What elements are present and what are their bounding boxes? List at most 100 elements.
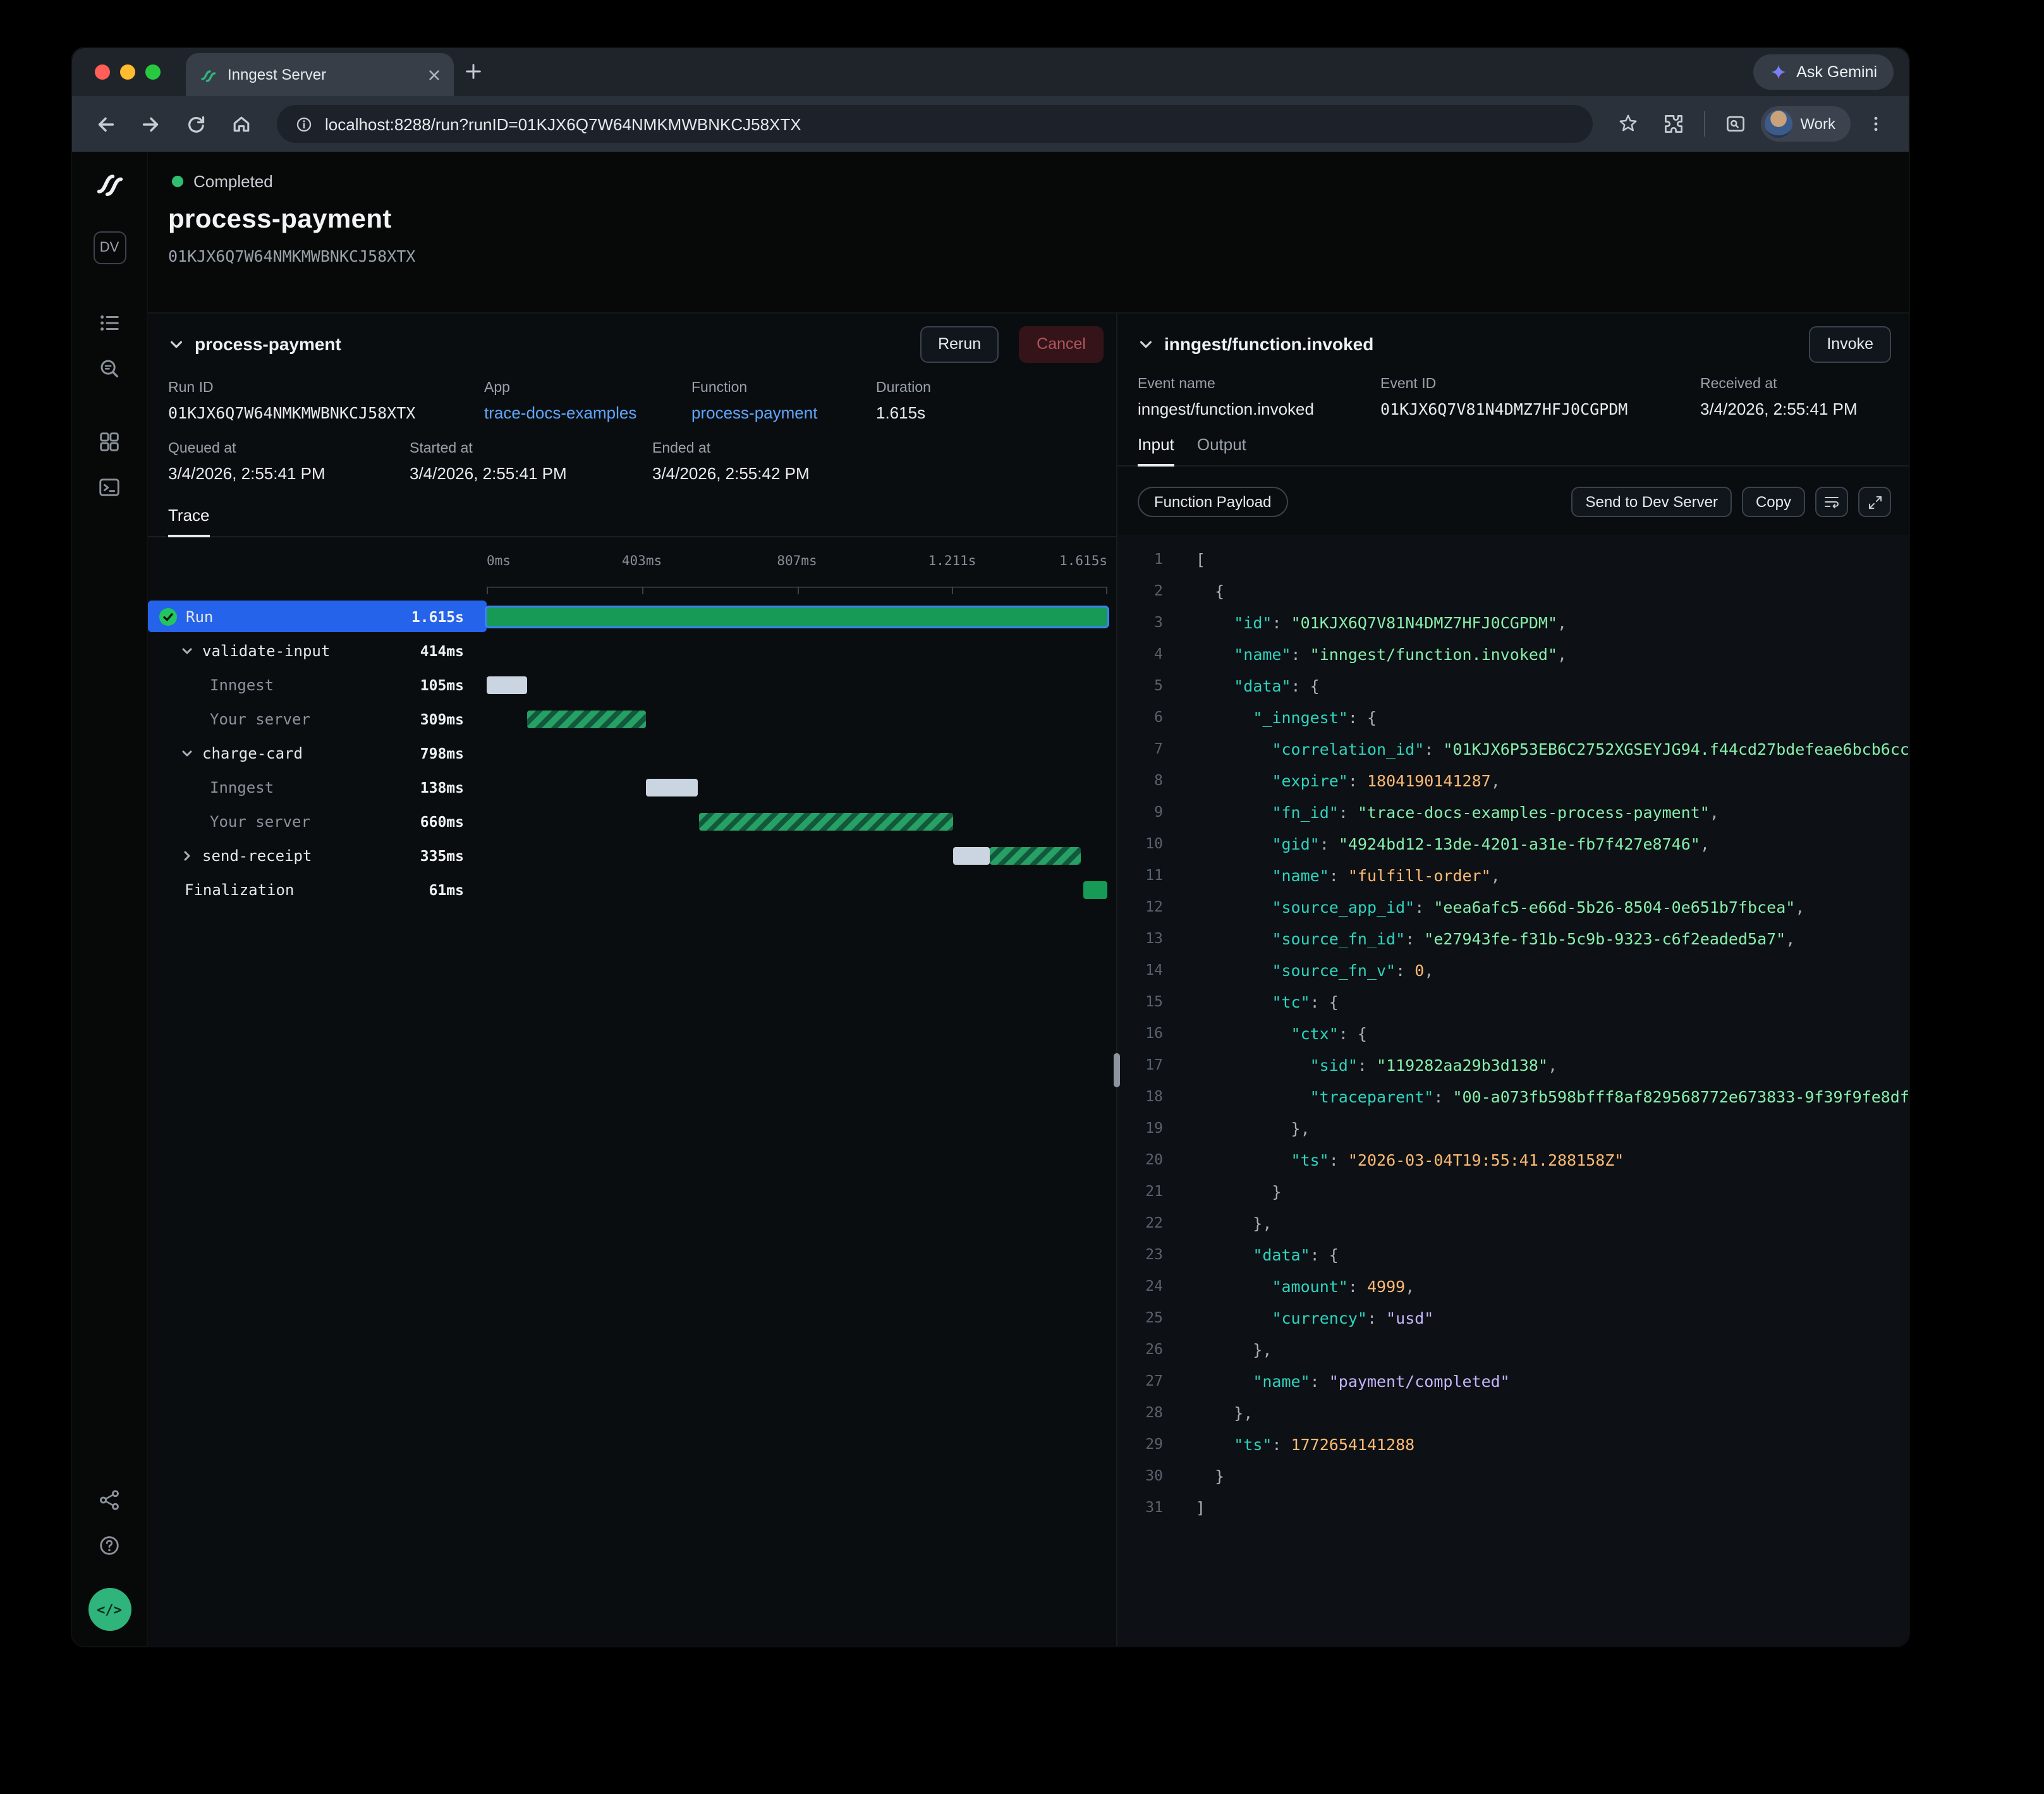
url-text: localhost:8288/run?runID=01KJX6Q7W64NMKM…: [325, 114, 801, 133]
code-line: 11 "name": "fulfill-order",: [1128, 860, 1909, 891]
tab-close-icon[interactable]: [427, 68, 441, 82]
code-line: 25 "currency": "usd": [1128, 1302, 1909, 1334]
expand-icon[interactable]: [1858, 487, 1891, 517]
code-line: 18 "traceparent": "00-a073fb598bfff8af82…: [1128, 1081, 1909, 1113]
chevron-down-icon[interactable]: [181, 644, 193, 657]
env-badge[interactable]: DV: [93, 231, 126, 264]
event-panel-tabs: Input Output: [1117, 435, 1909, 467]
trace-bar-segment: [527, 710, 646, 728]
home-button[interactable]: [221, 104, 262, 144]
tab-input[interactable]: Input: [1138, 435, 1174, 467]
event-search-icon[interactable]: [89, 348, 130, 388]
trace-row[interactable]: send-receipt335ms: [148, 838, 1116, 872]
new-tab-button[interactable]: [464, 61, 483, 80]
forward-button[interactable]: [130, 104, 171, 144]
inngest-favicon-icon: [198, 65, 217, 84]
rerun-button[interactable]: Rerun: [920, 326, 999, 362]
code-editor[interactable]: 1[2 {3 "id": "01KJX6Q7V81N4DMZ7HFJ0CGPDM…: [1117, 535, 1909, 1646]
word-wrap-icon[interactable]: [1815, 487, 1848, 517]
profile-name: Work: [1800, 115, 1835, 133]
trace-step-name: validate-input: [202, 642, 330, 659]
send-to-dev-server-button[interactable]: Send to Dev Server: [1572, 487, 1732, 517]
function-payload-pill[interactable]: Function Payload: [1138, 487, 1287, 517]
line-number: 15: [1128, 986, 1163, 1018]
code-line: 31]: [1128, 1492, 1909, 1523]
function-link[interactable]: process-payment: [691, 403, 876, 422]
ask-gemini-label: Ask Gemini: [1796, 63, 1877, 81]
help-icon[interactable]: [89, 1525, 130, 1565]
browser-toolbar: localhost:8288/run?runID=01KJX6Q7W64NMKM…: [72, 96, 1909, 152]
code-line: 5 "data": {: [1128, 670, 1909, 702]
tab-title: Inngest Server: [228, 66, 417, 83]
line-number: 9: [1128, 796, 1163, 828]
dev-tools-button[interactable]: </>: [88, 1588, 131, 1631]
share-icon[interactable]: [89, 1479, 130, 1520]
trace-row[interactable]: Finalization61ms: [148, 872, 1116, 906]
code-line: 2 {: [1128, 575, 1909, 607]
code-line: 26 },: [1128, 1334, 1909, 1365]
kebab-menu-icon[interactable]: [1856, 104, 1896, 144]
sidebar-search-icon[interactable]: [1715, 104, 1756, 144]
trace-step-name: send-receipt: [202, 846, 312, 864]
chevron-down-icon[interactable]: [181, 747, 193, 759]
code-line: 13 "source_fn_id": "e27943fe-f31b-5c9b-9…: [1128, 923, 1909, 955]
app-sidebar: DV </>: [72, 152, 148, 1646]
status-check-icon: [159, 607, 177, 625]
tab-output[interactable]: Output: [1197, 435, 1246, 467]
invoke-button[interactable]: Invoke: [1809, 326, 1891, 362]
trace-row[interactable]: Run1.615s: [148, 599, 1116, 633]
trace-step-name: Your server: [210, 710, 310, 728]
trace-step-duration: 105ms: [420, 676, 464, 693]
code-icon: </>: [97, 1601, 122, 1618]
site-info-icon[interactable]: [295, 114, 313, 133]
close-button[interactable]: [95, 64, 110, 80]
bookmark-star-icon[interactable]: [1608, 104, 1648, 144]
app-link[interactable]: trace-docs-examples: [484, 403, 691, 422]
run-header: Completed process-payment 01KJX6Q7W64NMK…: [148, 152, 1909, 312]
profile-chip[interactable]: Work: [1761, 106, 1851, 142]
trace-waterfall: 0ms 403ms 807ms 1.211s 1.615s Run1.615sv…: [148, 551, 1116, 1646]
meta-duration: Duration 1.615s: [876, 381, 1096, 422]
panel-divider: [1116, 314, 1117, 1646]
apps-grid-icon[interactable]: [89, 421, 130, 461]
chevron-down-icon[interactable]: [1138, 336, 1154, 352]
chevron-right-icon[interactable]: [181, 849, 193, 862]
status-dot: [172, 176, 183, 187]
line-number: 4: [1128, 638, 1163, 670]
panel-resize-handle[interactable]: [1114, 1053, 1120, 1087]
runs-list-icon[interactable]: [89, 302, 130, 343]
cancel-button[interactable]: Cancel: [1019, 326, 1104, 362]
trace-row[interactable]: validate-input414ms: [148, 633, 1116, 668]
code-line: 8 "expire": 1804190141287,: [1128, 765, 1909, 796]
trace-bar-segment: [1084, 881, 1107, 898]
trace-step-duration: 798ms: [420, 744, 464, 762]
trace-step-duration: 309ms: [420, 710, 464, 728]
chevron-down-icon[interactable]: [168, 336, 185, 352]
code-line: 29 "ts": 1772654141288: [1128, 1429, 1909, 1460]
page-run-id: 01KJX6Q7W64NMKMWBNKCJ58XTX: [168, 247, 1909, 265]
ask-gemini-button[interactable]: Ask Gemini: [1753, 54, 1894, 90]
terminal-icon[interactable]: [89, 467, 130, 507]
inngest-logo: [93, 169, 126, 204]
trace-row[interactable]: charge-card798ms: [148, 736, 1116, 770]
tab-trace[interactable]: Trace: [168, 506, 210, 537]
address-bar[interactable]: localhost:8288/run?runID=01KJX6Q7W64NMKM…: [277, 105, 1593, 143]
line-number: 2: [1128, 575, 1163, 607]
browser-tab[interactable]: Inngest Server: [186, 53, 454, 96]
payload-toolbar: Function Payload Send to Dev Server Copy: [1138, 487, 1891, 517]
trace-row[interactable]: Inngest105ms: [148, 668, 1116, 702]
minimize-button[interactable]: [120, 64, 135, 80]
trace-row[interactable]: Inngest138ms: [148, 770, 1116, 804]
reload-button[interactable]: [176, 104, 216, 144]
code-line: 4 "name": "inngest/function.invoked",: [1128, 638, 1909, 670]
line-number: 26: [1128, 1334, 1163, 1365]
zoom-button[interactable]: [145, 64, 161, 80]
line-number: 14: [1128, 955, 1163, 986]
axis-tick-label: 807ms: [777, 554, 817, 569]
back-button[interactable]: [85, 104, 125, 144]
trace-row[interactable]: Your server 309ms: [148, 702, 1116, 736]
page-title: process-payment: [168, 205, 1909, 235]
copy-button[interactable]: Copy: [1742, 487, 1805, 517]
trace-row[interactable]: Your server660ms: [148, 804, 1116, 838]
extensions-puzzle-icon[interactable]: [1653, 104, 1694, 144]
